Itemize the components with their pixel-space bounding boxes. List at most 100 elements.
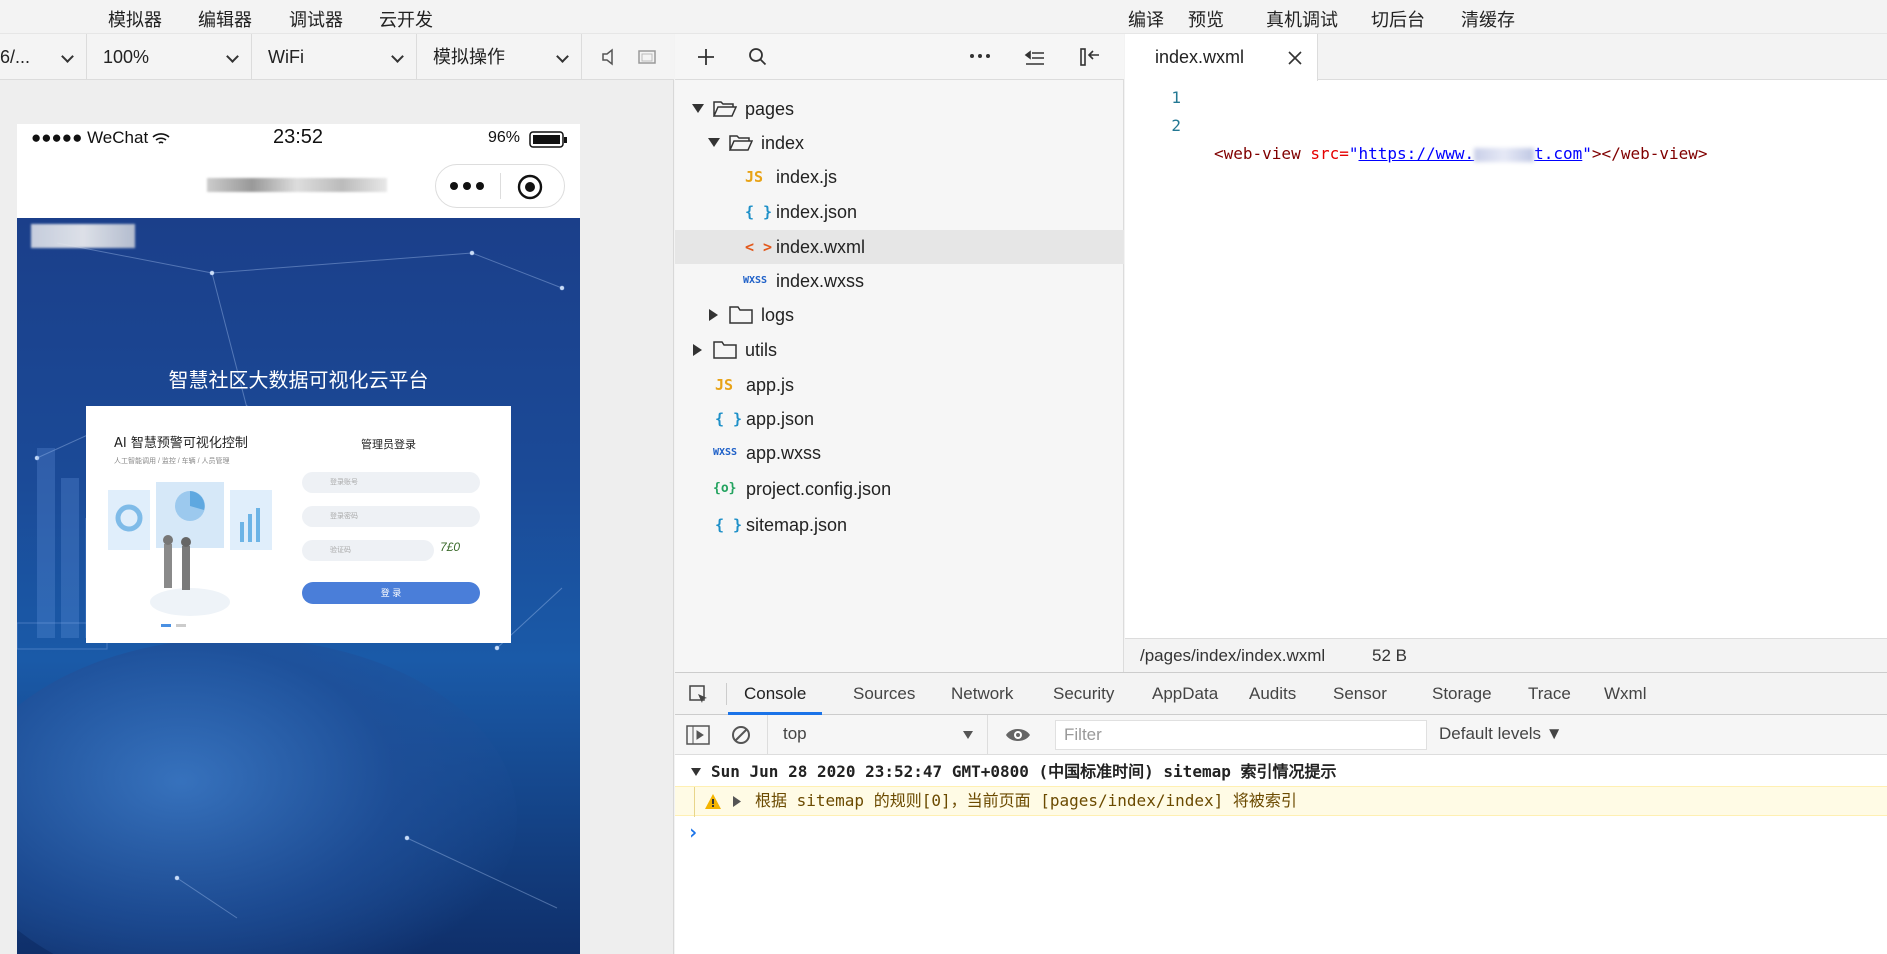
- code-line[interactable]: <web-view src="https://www. t.com"></web-…: [1214, 140, 1708, 168]
- console-toolbar: top Filter Default levels ▼: [675, 715, 1887, 755]
- tree-item-index-wxml[interactable]: < > index.wxml: [675, 230, 1124, 264]
- menu-simulator[interactable]: 模拟器: [108, 6, 162, 32]
- console-prompt[interactable]: ›: [675, 819, 1887, 845]
- close-icon[interactable]: [1288, 51, 1302, 65]
- tree-item-project-config[interactable]: {o} project.config.json: [675, 472, 1124, 506]
- phone-statusbar: ●●●●● WeChat 23:52 96%: [17, 124, 580, 156]
- more-icon[interactable]: [969, 52, 991, 60]
- tree-item-utils[interactable]: utils: [675, 333, 1124, 367]
- expanded-arrow-icon[interactable]: [708, 138, 720, 148]
- more-dots-icon[interactable]: [448, 179, 488, 193]
- tree-item-label: index.wxss: [776, 271, 865, 291]
- expanded-arrow-icon[interactable]: [691, 768, 701, 777]
- tree-item-index-wxss[interactable]: WXSS index.wxss: [675, 264, 1124, 298]
- card-left-subtitle: 人工智能调用 / 监控 / 车辆 / 人员管理: [114, 458, 230, 465]
- expanded-arrow-icon[interactable]: [692, 104, 704, 114]
- window-icon[interactable]: [636, 47, 658, 67]
- folder-open-icon: [729, 135, 753, 151]
- compile-button[interactable]: 编译: [1128, 6, 1164, 32]
- captcha-input[interactable]: 验证码: [302, 540, 434, 561]
- tree-item-label: index.json: [776, 202, 858, 222]
- tab-sensor[interactable]: Sensor: [1333, 673, 1387, 715]
- collapsed-arrow-icon[interactable]: [693, 344, 703, 356]
- clear-console-icon[interactable]: [731, 725, 751, 745]
- menu-editor[interactable]: 编辑器: [198, 6, 252, 32]
- console-filter-input[interactable]: Filter: [1055, 720, 1427, 750]
- folder-open-icon: [713, 101, 737, 117]
- inspect-element-icon[interactable]: [688, 684, 710, 706]
- redacted-domain: [1474, 147, 1535, 162]
- capsule-menu[interactable]: [435, 164, 565, 208]
- switch-background-button[interactable]: 切后台: [1371, 6, 1425, 32]
- device-select[interactable]: 6/...: [0, 34, 87, 80]
- console-warning-row[interactable]: 根据 sitemap 的规则[0]，当前页面 [pages/index/inde…: [675, 786, 1887, 817]
- tree-item-index-json[interactable]: { } index.json: [675, 195, 1124, 229]
- tab-storage[interactable]: Storage: [1432, 673, 1492, 715]
- chevron-down-icon: [61, 50, 74, 63]
- divider: [726, 683, 727, 705]
- tree-item-logs[interactable]: logs: [675, 298, 1124, 332]
- tree-item-index-js[interactable]: JS index.js: [675, 160, 1124, 194]
- close-target-icon[interactable]: [516, 173, 544, 201]
- login-button[interactable]: 登 录: [302, 582, 480, 604]
- tree-item-label: index: [761, 133, 805, 153]
- tab-index-wxml[interactable]: index.wxml: [1125, 34, 1318, 81]
- chevron-down-icon: [556, 50, 569, 63]
- context-select[interactable]: top: [767, 715, 982, 755]
- battery-percent: 96%: [488, 129, 521, 146]
- tree-item-app-wxss[interactable]: WXSS app.wxss: [675, 436, 1124, 470]
- tree-item-app-json[interactable]: { } app.json: [675, 402, 1124, 436]
- add-icon[interactable]: [696, 47, 716, 67]
- json-file-icon: { }: [745, 203, 773, 221]
- web-title: 智慧社区大数据可视化云平台: [168, 368, 429, 392]
- code-editor: index.wxml 1 2 <web-view src="https://ww…: [1125, 34, 1887, 672]
- tab-appdata[interactable]: AppData: [1152, 673, 1218, 715]
- captcha-placeholder: 验证码: [330, 547, 351, 554]
- tree-item-pages[interactable]: pages: [675, 92, 1124, 126]
- tab-trace[interactable]: Trace: [1528, 673, 1571, 715]
- menu-debugger[interactable]: 调试器: [289, 6, 343, 32]
- tree-item-index-folder[interactable]: index: [675, 126, 1124, 160]
- tab-wxml[interactable]: Wxml: [1604, 673, 1646, 715]
- json-file-icon: { }: [715, 410, 743, 428]
- carousel-dot-active[interactable]: [161, 624, 171, 627]
- collapse-all-icon[interactable]: [1024, 47, 1046, 67]
- preview-button[interactable]: 预览: [1188, 6, 1224, 32]
- remote-debug-button[interactable]: 真机调试: [1266, 6, 1338, 32]
- tree-item-sitemap-json[interactable]: { } sitemap.json: [675, 508, 1124, 542]
- tab-sources[interactable]: Sources: [853, 673, 915, 715]
- captcha-image[interactable]: 7£0: [440, 540, 480, 561]
- zoom-select[interactable]: 100%: [87, 34, 252, 80]
- log-levels-select[interactable]: Default levels ▼: [1439, 724, 1563, 744]
- collapsed-arrow-icon[interactable]: [733, 796, 741, 807]
- simulate-action-select[interactable]: 模拟操作: [417, 34, 582, 80]
- tree-item-app-js[interactable]: JS app.js: [675, 368, 1124, 402]
- url-start: https://www.: [1358, 144, 1475, 163]
- tab-security[interactable]: Security: [1053, 673, 1114, 715]
- carousel-dot[interactable]: [176, 624, 186, 627]
- url-link[interactable]: https://www. t.com: [1359, 144, 1583, 163]
- eye-icon[interactable]: [1005, 726, 1031, 744]
- simulate-action-select-value: 模拟操作: [433, 47, 505, 67]
- editor-tabs: index.wxml: [1125, 34, 1887, 81]
- clear-cache-button[interactable]: 清缓存: [1461, 6, 1515, 32]
- tab-audits[interactable]: Audits: [1249, 673, 1296, 715]
- log-header-text: Sun Jun 28 2020 23:52:47 GMT+0800 (中国标准时…: [711, 762, 1337, 781]
- phone-screen: ●●●●● WeChat 23:52 96% 智慧社区大数据可视化云平台 AI …: [17, 124, 580, 954]
- password-input[interactable]: 登录密码: [302, 506, 480, 527]
- tab-network[interactable]: Network: [951, 673, 1013, 715]
- show-sidebar-icon[interactable]: [686, 725, 710, 745]
- devtools-tabs: Console Sources Network Security AppData…: [675, 673, 1887, 715]
- search-icon[interactable]: [748, 47, 768, 67]
- file-explorer: pages index JS index.js { } index.json <…: [675, 34, 1124, 672]
- network-select[interactable]: WiFi: [252, 34, 417, 80]
- mute-icon[interactable]: [600, 48, 618, 66]
- toggle-sidebar-icon[interactable]: [1079, 46, 1101, 68]
- code-content[interactable]: <web-view src="https://www. t.com"></web-…: [1214, 84, 1708, 308]
- code-line[interactable]: [1214, 224, 1708, 252]
- tab-console[interactable]: Console: [728, 673, 823, 715]
- menu-cloud-dev[interactable]: 云开发: [379, 6, 433, 32]
- console-group-header[interactable]: Sun Jun 28 2020 23:52:47 GMT+0800 (中国标准时…: [675, 759, 1887, 785]
- account-input[interactable]: 登录账号: [302, 472, 480, 493]
- collapsed-arrow-icon[interactable]: [709, 309, 719, 321]
